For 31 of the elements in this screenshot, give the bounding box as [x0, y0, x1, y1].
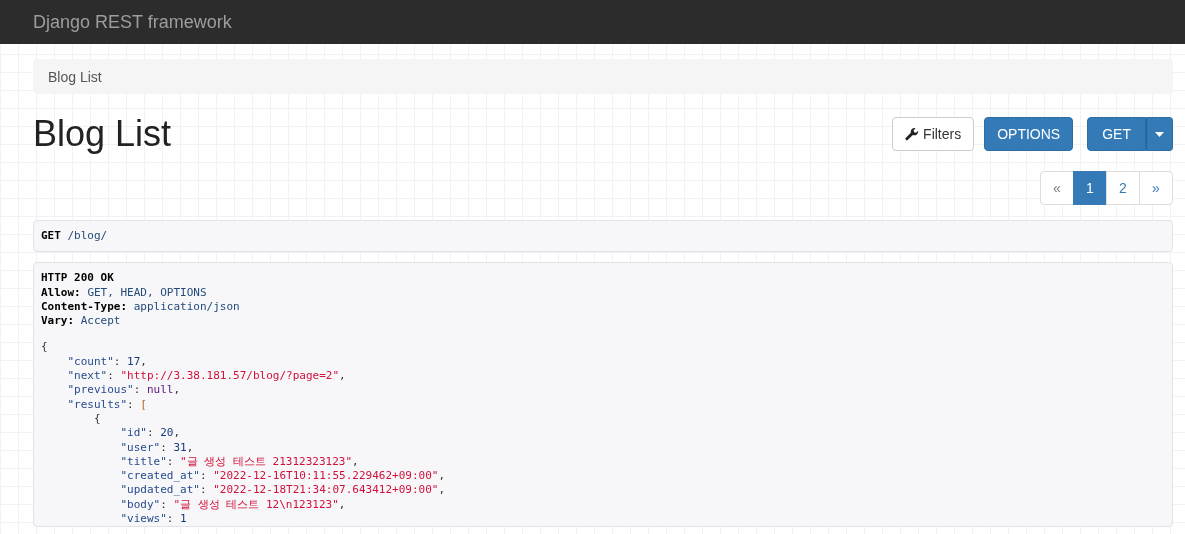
options-button[interactable]: OPTIONS	[984, 117, 1074, 151]
code-line: "views": 1	[119, 512, 188, 527]
code-line: "results": [	[66, 397, 148, 412]
code-line: "created_at": "2022-12-16T10:11:55.229462+09:00",	[119, 469, 446, 484]
code-line: {	[41, 340, 49, 355]
code-line: "user": 31,	[119, 440, 195, 455]
page-link[interactable]: 2	[1106, 171, 1140, 205]
brand-link[interactable]: Django REST framework	[33, 11, 232, 33]
filters-button[interactable]: Filters	[892, 117, 975, 151]
page-link[interactable]: «	[1040, 171, 1074, 205]
status-line: HTTP 200 OK	[41, 271, 115, 286]
code-line: "body": "글 생성 테스트 12\n123123",	[119, 497, 347, 513]
get-button[interactable]: GET	[1087, 117, 1146, 151]
breadcrumb-item: Blog List	[48, 68, 102, 85]
request-line: GET /blog/	[41, 229, 109, 244]
code-line: "updated_at": "2022-12-18T21:34:07.643412+09:00",	[119, 483, 446, 498]
caret-icon	[1155, 131, 1164, 137]
code-line: "next": "http://3.38.181.57/blog/?page=2",	[66, 369, 347, 384]
header-line: Allow: GET, HEAD, OPTIONS	[41, 285, 208, 300]
code-line: "id": 20,	[119, 426, 182, 441]
code-line: {	[92, 411, 102, 427]
page-link[interactable]: »	[1139, 171, 1173, 205]
page-title: Blog List	[33, 114, 172, 154]
page-link[interactable]: 1	[1073, 171, 1107, 205]
header-line: Content-Type: application/json	[41, 299, 241, 315]
code-line: "previous": null,	[66, 383, 182, 398]
header-line: Vary: Accept	[41, 314, 122, 329]
wrench-icon	[905, 127, 920, 141]
dropdown-toggle-button[interactable]	[1146, 117, 1173, 151]
code-line: "title": "글 생성 테스트 21312323123",	[119, 454, 360, 470]
code-line: "count": 17,	[66, 354, 148, 370]
